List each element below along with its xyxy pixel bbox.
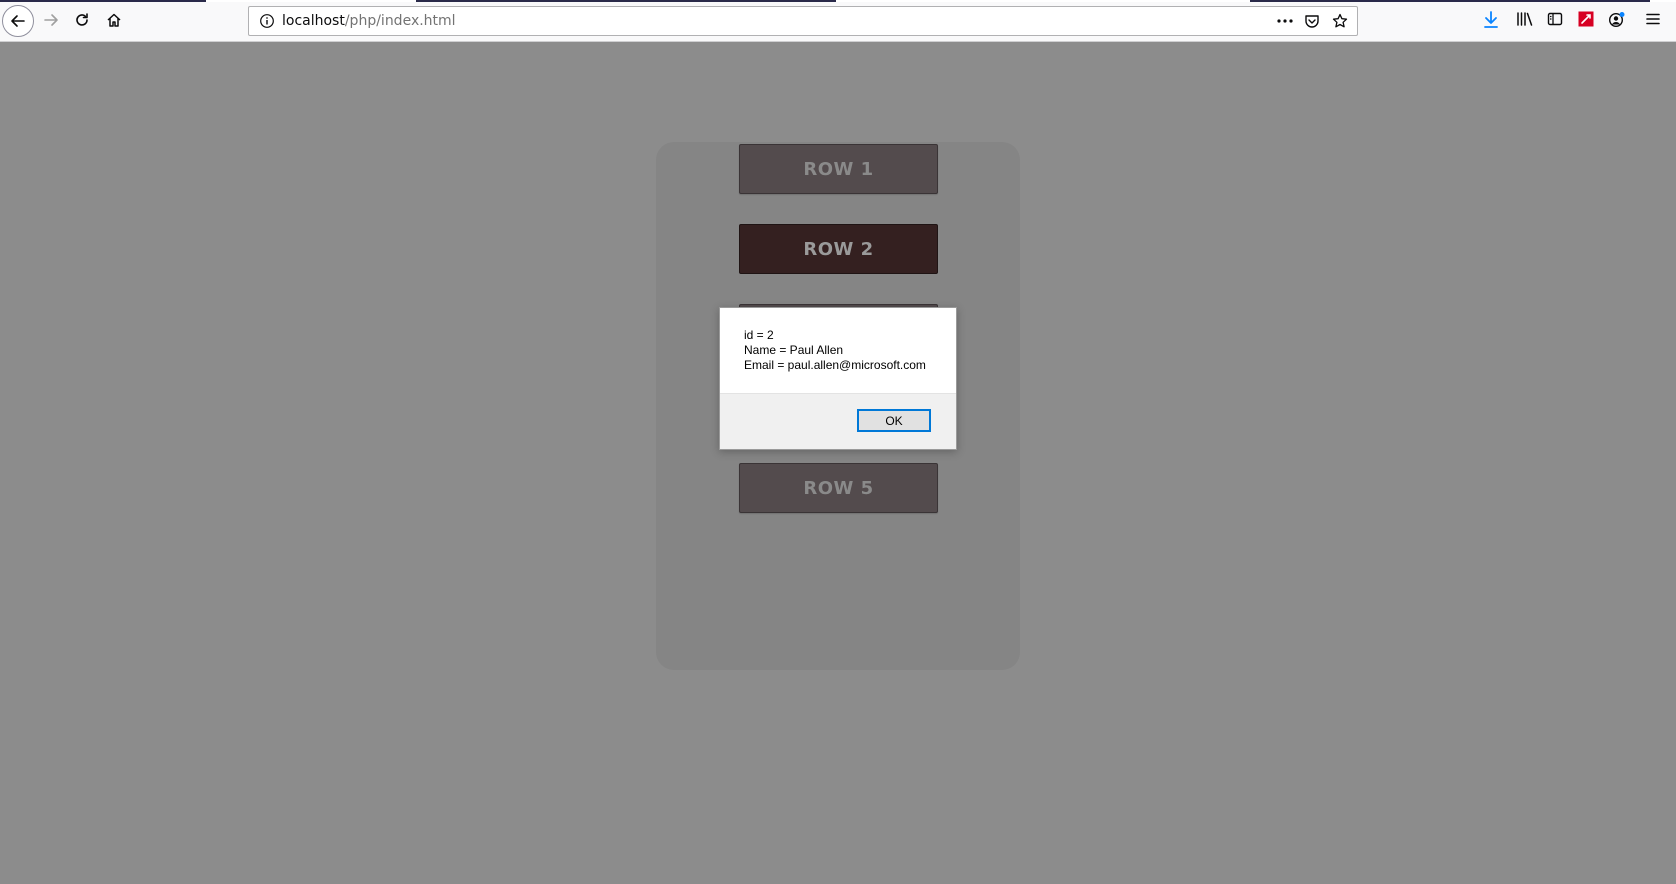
row-5-button[interactable]: ROW 5 — [739, 463, 938, 513]
alert-line-email: Email = paul.allen@microsoft.com — [744, 358, 926, 372]
more-dots-icon[interactable] — [1276, 13, 1294, 34]
reload-button[interactable] — [66, 4, 98, 36]
url-path: /php/index.html — [344, 13, 456, 29]
home-button[interactable] — [98, 4, 130, 36]
extension-icon[interactable] — [1578, 11, 1594, 32]
row-5-label: ROW 5 — [803, 477, 874, 499]
info-icon[interactable] — [259, 13, 275, 34]
sidebar-icon[interactable] — [1547, 11, 1563, 32]
row-1-button[interactable]: ROW 1 — [739, 144, 938, 194]
alert-message: id = 2 Name = Paul Allen Email = paul.al… — [744, 328, 926, 373]
alert-line-name: Name = Paul Allen — [744, 343, 844, 357]
tab-strip — [0, 0, 1676, 2]
library-icon[interactable] — [1516, 11, 1534, 32]
download-icon[interactable] — [1483, 11, 1499, 34]
row-2-button[interactable]: ROW 2 — [739, 224, 938, 274]
alert-dialog: id = 2 Name = Paul Allen Email = paul.al… — [719, 307, 957, 450]
home-icon — [107, 13, 121, 27]
forward-arrow-icon — [44, 14, 58, 26]
url-host: localhost — [282, 13, 345, 29]
browser-toolbar: localhost/php/index.html — [0, 0, 1676, 42]
alert-footer: OK — [720, 393, 956, 449]
url-text[interactable]: localhost/php/index.html — [282, 13, 456, 29]
reload-icon — [76, 13, 88, 26]
star-icon[interactable] — [1332, 13, 1348, 34]
account-icon[interactable] — [1608, 11, 1626, 34]
row-2-label: ROW 2 — [803, 238, 874, 260]
ok-button[interactable]: OK — [857, 409, 931, 432]
row-1-label: ROW 1 — [803, 158, 874, 180]
forward-button[interactable] — [35, 4, 67, 36]
back-arrow-icon — [11, 15, 25, 27]
back-button[interactable] — [2, 5, 34, 37]
hamburger-menu-icon[interactable] — [1645, 11, 1661, 32]
alert-line-id: id = 2 — [744, 328, 774, 342]
pocket-icon[interactable] — [1304, 13, 1320, 34]
url-bar[interactable]: localhost/php/index.html — [248, 6, 1358, 36]
